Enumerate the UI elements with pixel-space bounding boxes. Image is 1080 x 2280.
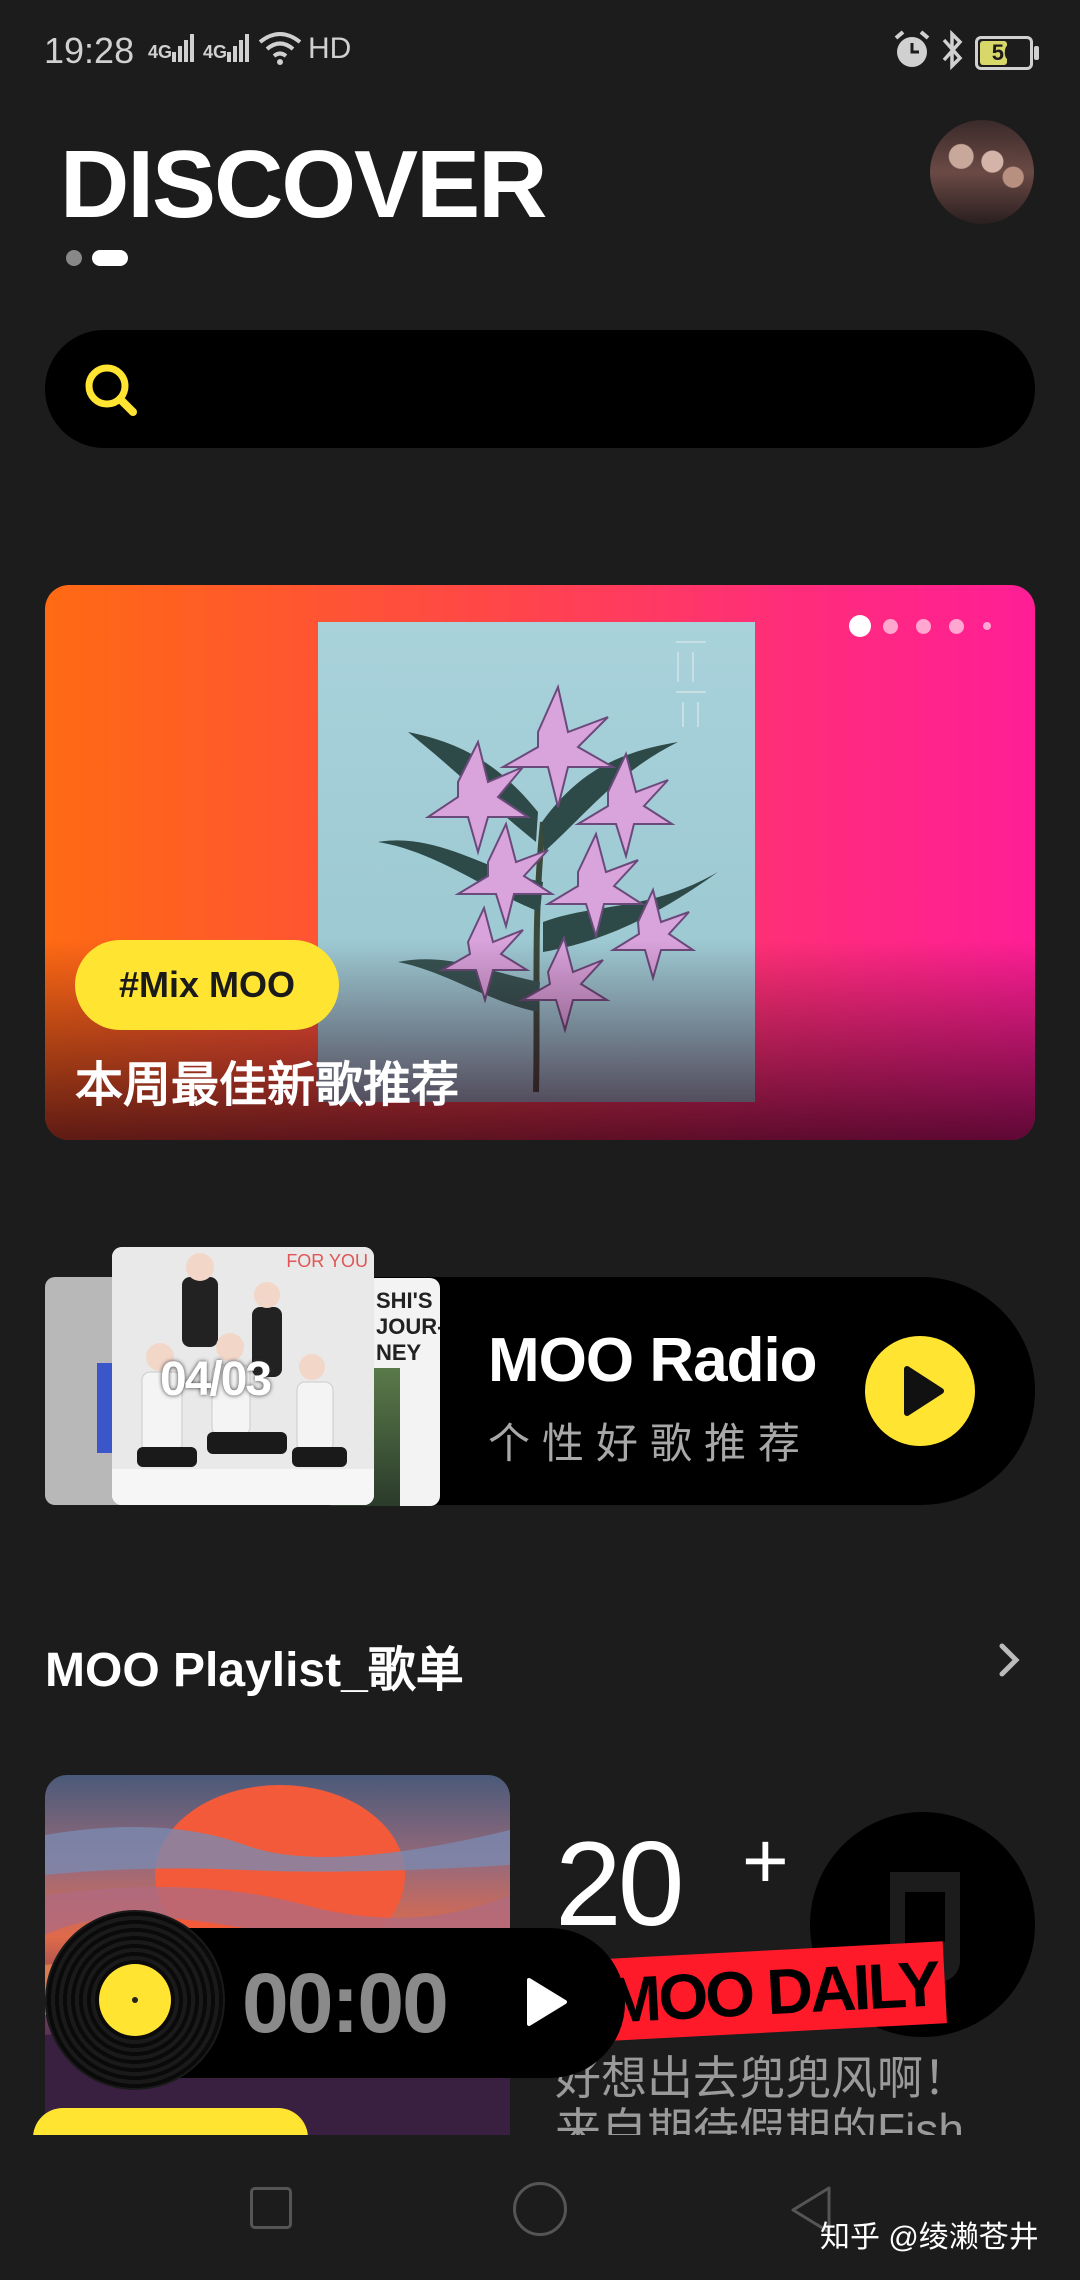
page-dot-2-active[interactable] <box>92 250 128 266</box>
wifi-icon <box>258 30 302 71</box>
avatar[interactable] <box>930 120 1034 224</box>
watermark: 知乎 @绫濑苍井 <box>820 2221 1039 2254</box>
radio-cover-date: 04/03 <box>160 1353 272 1406</box>
banner-caption: 本周最佳新歌推荐 <box>75 1059 460 1112</box>
play-icon <box>527 1978 567 2026</box>
vinyl-label <box>99 1964 171 2036</box>
radio-play-button[interactable] <box>865 1336 975 1446</box>
banner-tag[interactable]: #Mix MOO <box>75 940 340 1030</box>
status-bar: 19:28 4G 4G HD 56 <box>0 0 1080 110</box>
alarm-icon <box>893 30 931 75</box>
radio-subtitle: 个性好歌推荐 <box>488 1420 813 1467</box>
carousel-dot-3[interactable] <box>916 619 931 634</box>
page-dot-1[interactable] <box>66 250 82 266</box>
chevron-right-icon[interactable] <box>996 1640 1024 1685</box>
vinyl-hole <box>132 1997 138 2003</box>
bluetooth-icon <box>940 28 966 77</box>
radio-title: MOO Radio <box>488 1326 818 1395</box>
recents-button[interactable] <box>250 2187 292 2229</box>
play-icon <box>904 1366 944 1416</box>
vinyl-disc-icon[interactable] <box>45 1910 225 2090</box>
hd-indicator: HD <box>308 32 352 65</box>
signal-4g-icon: 4G <box>148 34 195 70</box>
battery-icon: 56 <box>975 36 1033 70</box>
radio-cover-badge: FOR YOU <box>286 1251 368 1271</box>
search-icon[interactable] <box>81 360 141 425</box>
page-title: DISCOVER <box>60 131 547 238</box>
section-title-playlist: MOO Playlist_歌单 <box>45 1644 464 1697</box>
battery-level: 56 <box>991 40 1017 65</box>
playlist-description: 好想出去兜兜风啊！ 来自期待假期的Fish <box>555 2052 969 2137</box>
carousel-dot-1-active[interactable] <box>849 615 871 637</box>
carousel-dot-5[interactable] <box>983 622 991 630</box>
mini-player-time: 00:00 <box>242 1956 449 2050</box>
search-input[interactable] <box>165 350 985 428</box>
carousel-indicator <box>849 615 999 639</box>
carousel-dot-2[interactable] <box>883 619 898 634</box>
carousel-dot-4[interactable] <box>949 619 964 634</box>
radio-cover[interactable]: FOR YOU 04/03 <box>112 1247 374 1505</box>
battery-tip <box>1034 46 1039 60</box>
home-button[interactable] <box>513 2182 567 2236</box>
playlist-count-suffix: + <box>742 1816 789 1905</box>
signal-4g-icon-2: 4G <box>203 34 250 70</box>
status-time: 19:28 <box>44 30 135 71</box>
mini-player-play-button[interactable] <box>515 1972 575 2037</box>
featured-banner[interactable]: #Mix MOO 本周最佳新歌推荐 <box>45 585 1035 1140</box>
search-bar[interactable] <box>45 330 1035 448</box>
